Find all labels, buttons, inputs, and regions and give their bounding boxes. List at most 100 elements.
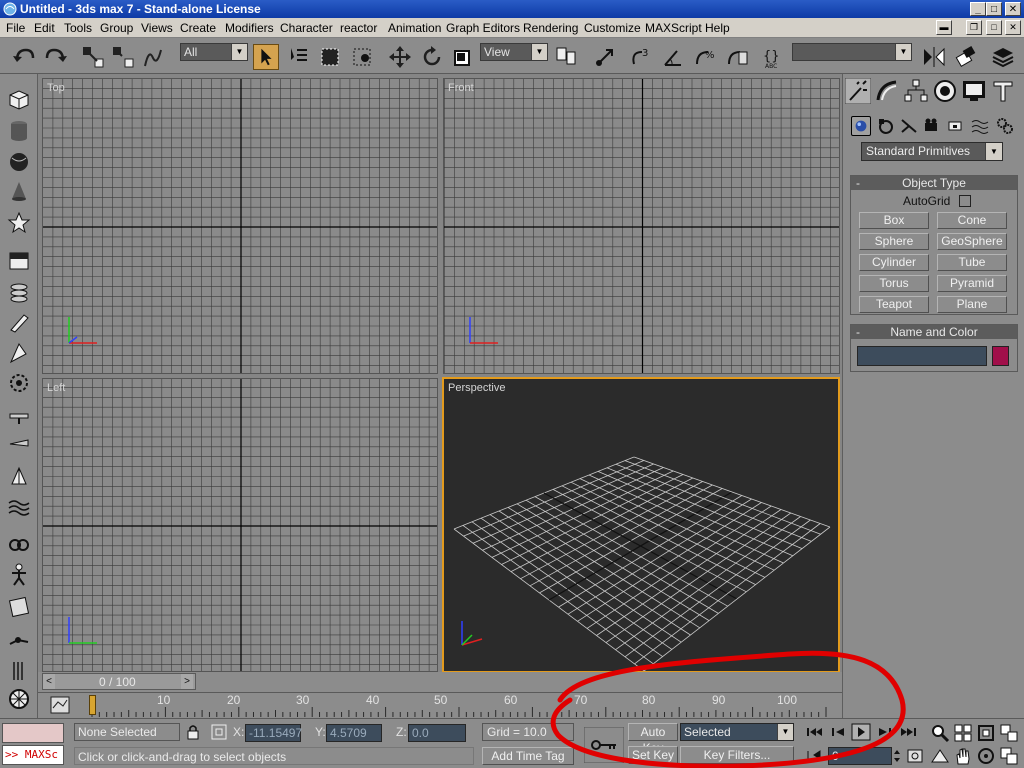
minimize-button[interactable]: _ (970, 2, 986, 16)
geometry-category-icon[interactable] (851, 116, 871, 136)
field-of-view-icon[interactable] (930, 746, 950, 766)
hierarchy-icon[interactable] (6, 626, 32, 652)
menu-character[interactable]: Character (280, 21, 333, 35)
select-and-link-icon[interactable] (80, 44, 106, 70)
viewport-perspective[interactable]: Perspective (442, 377, 840, 673)
time-slider-next-arrow-icon[interactable]: > (181, 674, 193, 689)
menu-maxscript[interactable]: MAXScript (645, 21, 702, 35)
rollout-header[interactable]: - Object Type (851, 176, 1017, 190)
lights-category-icon[interactable] (899, 116, 919, 136)
light-icon[interactable] (6, 432, 32, 458)
maxscript-mini-listener-pink[interactable] (2, 723, 64, 743)
select-object-icon[interactable] (253, 44, 279, 70)
noise-modifier-icon[interactable] (6, 370, 32, 396)
menu-views[interactable]: Views (141, 21, 173, 35)
menu-animation[interactable]: Animation (388, 21, 441, 35)
select-and-manipulate-icon[interactable] (592, 44, 618, 70)
percent-snap-icon[interactable]: % (692, 44, 718, 70)
autogrid-checkbox[interactable] (959, 195, 971, 207)
box-button[interactable]: Box (859, 212, 929, 229)
menu-group[interactable]: Group (100, 21, 133, 35)
sphere-button[interactable]: Sphere (859, 233, 929, 250)
use-pivot-center-icon[interactable] (553, 44, 579, 70)
window-crossing-icon[interactable] (350, 44, 376, 70)
snaps-toggle-icon[interactable]: 3 (628, 44, 654, 70)
doc-close-button[interactable]: ✕ (1005, 20, 1021, 35)
helpers-category-icon[interactable] (945, 116, 965, 136)
cone-button[interactable]: Cone (937, 212, 1007, 229)
maximize-viewport-icon[interactable] (999, 746, 1019, 766)
helper-tape-icon[interactable] (6, 402, 32, 428)
menu-help[interactable]: Help (705, 21, 730, 35)
unlink-selection-icon[interactable] (110, 44, 136, 70)
viewport-label[interactable]: Top (47, 82, 65, 94)
render-icon[interactable] (6, 594, 32, 620)
edit-named-selection-icon[interactable]: {}ABC (760, 44, 786, 70)
utilities-wheel-icon[interactable] (6, 686, 32, 712)
pyramid-button[interactable]: Pyramid (937, 275, 1007, 292)
viewport-label[interactable]: Left (47, 382, 65, 394)
lock-selection-icon[interactable] (186, 724, 200, 740)
create-cone-icon[interactable] (6, 179, 32, 205)
shapes-category-icon[interactable] (876, 116, 896, 136)
viewport-label[interactable]: Front (448, 82, 474, 94)
menu-tools[interactable]: Tools (64, 21, 92, 35)
y-coordinate-field[interactable]: 4.5709 (326, 724, 382, 742)
create-box-icon[interactable] (6, 86, 32, 112)
menu-file[interactable]: File (6, 21, 25, 35)
move-icon[interactable] (387, 44, 413, 70)
undo-icon[interactable] (12, 44, 38, 70)
menu-customize[interactable]: Customize (584, 21, 641, 35)
taper-modifier-icon[interactable] (6, 340, 32, 366)
menu-graph-editors[interactable]: Graph Editors (446, 21, 520, 35)
motion-icon[interactable] (6, 658, 32, 684)
bend-modifier-icon[interactable] (6, 310, 32, 336)
modify-mesh-icon[interactable] (6, 248, 32, 274)
bind-to-space-warp-icon[interactable] (140, 44, 166, 70)
menu-modifiers[interactable]: Modifiers (225, 21, 274, 35)
rollout-header[interactable]: - Name and Color (851, 325, 1017, 339)
menu-rendering[interactable]: Rendering (523, 21, 578, 35)
scale-icon[interactable] (450, 44, 476, 70)
space-warp-icon[interactable] (6, 494, 32, 520)
x-coordinate-field[interactable]: -11.15497 (245, 724, 302, 742)
viewport-left[interactable]: Left (42, 378, 438, 672)
menu-reactor[interactable]: reactor (340, 21, 377, 35)
doc-minimize-button[interactable]: ▬ (936, 20, 952, 35)
tube-button[interactable]: Tube (937, 254, 1007, 271)
doc-restore-button[interactable]: ❐ (966, 20, 982, 35)
torus-button[interactable]: Torus (859, 275, 929, 292)
doc-maximize-button[interactable]: □ (986, 20, 1002, 35)
align-icon[interactable] (954, 44, 980, 70)
geosphere-button[interactable]: GeoSphere (937, 233, 1007, 250)
close-button[interactable]: ✕ (1005, 2, 1021, 16)
modify-tab-icon[interactable] (874, 78, 900, 104)
teapot-button[interactable]: Teapot (859, 296, 929, 313)
select-by-name-icon[interactable] (285, 44, 311, 70)
space-warps-category-icon[interactable] (970, 116, 990, 136)
reference-coordinate-dropdown[interactable]: View ▼ (480, 43, 548, 61)
curve-editor-mini-icon[interactable] (50, 696, 70, 714)
layer-manager-icon[interactable] (990, 44, 1016, 70)
link-icon[interactable] (6, 532, 32, 558)
time-slider-prev-arrow-icon[interactable]: < (43, 674, 55, 689)
track-bar-key-marker[interactable] (89, 695, 96, 715)
plane-button[interactable]: Plane (937, 296, 1007, 313)
rotate-icon[interactable] (419, 44, 445, 70)
menu-edit[interactable]: Edit (34, 21, 55, 35)
menu-create[interactable]: Create (180, 21, 216, 35)
motion-tab-icon[interactable] (932, 78, 958, 104)
maximize-button[interactable]: □ (986, 2, 1002, 16)
redo-icon[interactable] (42, 44, 68, 70)
z-coordinate-field[interactable]: 0.0 (408, 724, 466, 742)
create-cylinder-icon[interactable] (6, 118, 32, 144)
mirror-icon[interactable] (921, 44, 947, 70)
rectangular-selection-icon[interactable] (317, 44, 343, 70)
modifier-stack-icon[interactable] (6, 280, 32, 306)
object-color-swatch[interactable] (992, 346, 1009, 366)
viewport-top[interactable]: Top (42, 78, 438, 374)
arc-rotate-icon[interactable] (976, 746, 996, 766)
systems-category-icon[interactable] (995, 116, 1015, 136)
hierarchy-tab-icon[interactable] (903, 78, 929, 104)
zoom-icon[interactable] (930, 723, 950, 743)
